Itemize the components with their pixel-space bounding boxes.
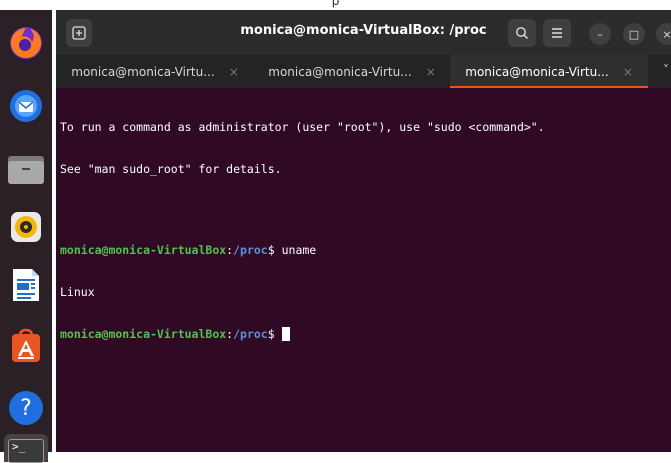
prompt-user: monica@monica-VirtualBox bbox=[60, 243, 227, 257]
tab-close-icon[interactable]: × bbox=[426, 65, 436, 79]
top-panel: p bbox=[0, 0, 671, 10]
search-button[interactable] bbox=[508, 19, 536, 47]
minimize-icon: – bbox=[597, 27, 603, 41]
output-line: Linux bbox=[60, 285, 95, 299]
tab-bar: monica@monica-Virtu... × monica@monica-V… bbox=[56, 55, 671, 88]
text-cursor bbox=[281, 327, 290, 341]
tab-close-icon[interactable]: × bbox=[623, 65, 633, 79]
search-icon bbox=[516, 27, 529, 40]
prompt-user: monica@monica-VirtualBox bbox=[60, 327, 227, 341]
window-title: monica@monica-VirtualBox: /proc bbox=[240, 23, 487, 38]
command-text: uname bbox=[274, 243, 317, 257]
top-panel-text: p bbox=[331, 0, 340, 8]
dock: ? >_ bbox=[0, 10, 52, 463]
notice-line-1: To run a command as administrator (user … bbox=[60, 120, 545, 134]
terminal-glyph: >_ bbox=[8, 439, 44, 463]
tab-2[interactable]: monica@monica-Virtu... × bbox=[254, 55, 450, 88]
firefox-icon[interactable] bbox=[6, 23, 46, 63]
headerbar: monica@monica-VirtualBox: /proc – □ × bbox=[56, 10, 671, 55]
files-icon[interactable] bbox=[6, 149, 46, 189]
app-center-icon[interactable] bbox=[6, 326, 46, 366]
writer-icon[interactable] bbox=[6, 265, 46, 305]
tab-label: monica@monica-Virtu... bbox=[268, 64, 412, 79]
maximize-button[interactable]: □ bbox=[623, 23, 645, 45]
prompt-path: /proc bbox=[233, 243, 268, 257]
tab-close-icon[interactable]: × bbox=[229, 65, 239, 79]
tab-3-active[interactable]: monica@monica-Virtu... × bbox=[450, 55, 648, 88]
prompt-dollar: $ bbox=[267, 243, 275, 257]
close-button[interactable]: × bbox=[656, 23, 671, 45]
help-icon[interactable]: ? bbox=[6, 388, 46, 428]
thunderbird-icon[interactable] bbox=[6, 86, 46, 126]
terminal-output[interactable]: To run a command as administrator (user … bbox=[60, 92, 668, 369]
minimize-button[interactable]: – bbox=[589, 23, 611, 45]
help-glyph: ? bbox=[9, 391, 43, 425]
prompt-line-2: monica@monica-VirtualBox:/proc$ bbox=[60, 327, 668, 341]
tabs-overflow-chevron-icon[interactable]: ˅ bbox=[663, 63, 669, 77]
terminal-icon[interactable]: >_ bbox=[4, 434, 48, 463]
hamburger-icon bbox=[552, 28, 562, 38]
prompt-line-1: monica@monica-VirtualBox:/proc$ uname bbox=[60, 243, 668, 257]
notice-line-2: See "man sudo_root" for details. bbox=[60, 162, 282, 176]
prompt-path: /proc bbox=[233, 327, 268, 341]
close-icon: × bbox=[662, 27, 671, 41]
prompt-dollar: $ bbox=[267, 327, 275, 341]
tab-label: monica@monica-Virtu... bbox=[465, 64, 609, 79]
tab-label: monica@monica-Virtu... bbox=[71, 64, 215, 79]
tab-1[interactable]: monica@monica-Virtu... × bbox=[56, 55, 254, 88]
maximize-icon: □ bbox=[628, 27, 640, 41]
menu-button[interactable] bbox=[543, 19, 571, 47]
rhythmbox-icon[interactable] bbox=[6, 207, 46, 247]
terminal-window: monica@monica-VirtualBox: /proc – □ × mo… bbox=[56, 10, 671, 452]
